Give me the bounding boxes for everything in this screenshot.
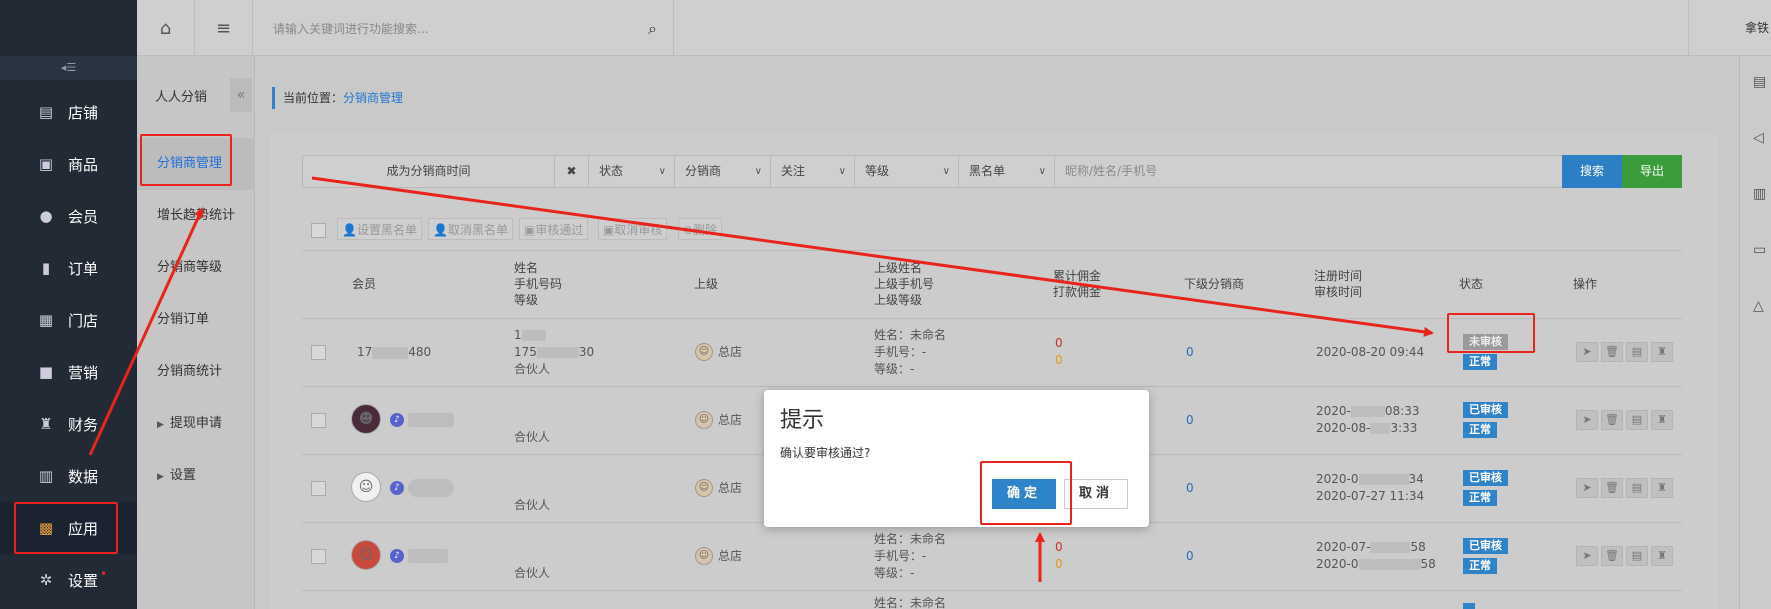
arrow-apps-to-manage xyxy=(88,207,204,456)
annotation-arrows xyxy=(88,176,1434,582)
arrow-filter-to-status xyxy=(311,176,1434,337)
